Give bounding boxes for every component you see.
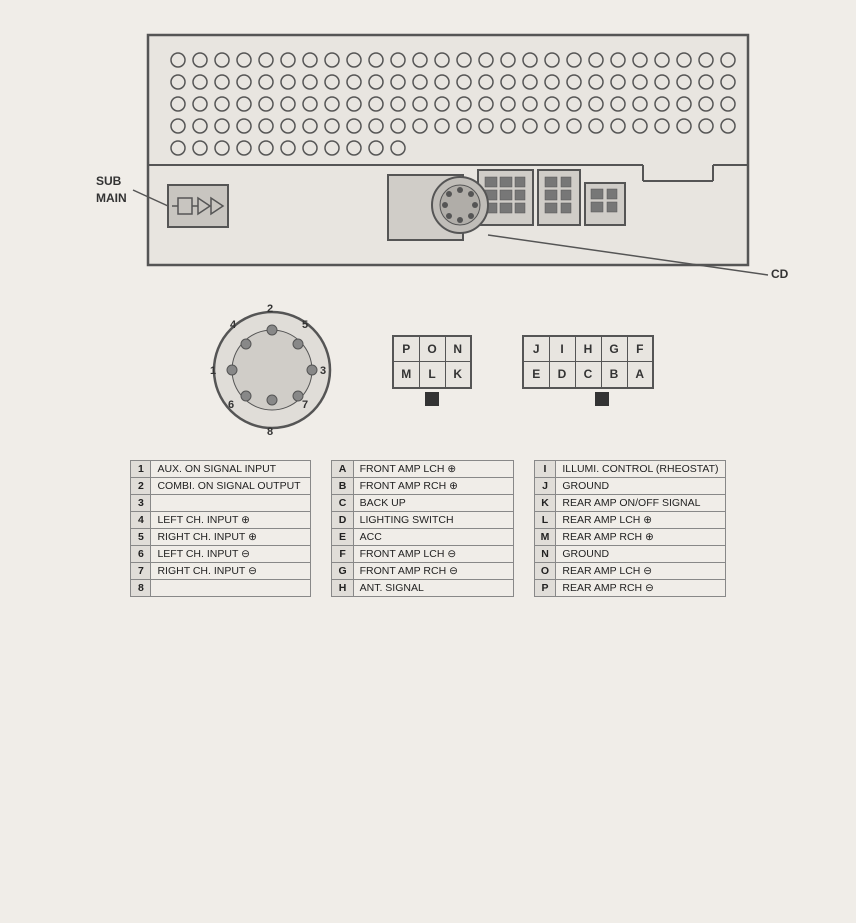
pin-o: O <box>419 336 445 362</box>
sub-label: SUB <box>96 174 122 188</box>
table-row: 4 LEFT CH. INPUT ⊕ <box>131 512 311 529</box>
table-row: H ANT. SIGNAL <box>332 580 513 597</box>
pin-d: D <box>549 362 575 388</box>
table-row: M REAR AMP RCH ⊕ <box>534 529 725 546</box>
table-row: 5 RIGHT CH. INPUT ⊕ <box>131 529 311 546</box>
wiring-table-right: I ILLUMI. CONTROL (RHEOSTAT) J GROUND K … <box>534 460 726 597</box>
pin-h: H <box>575 336 601 362</box>
device-diagram-area: SUB MAIN <box>78 20 778 295</box>
table-row: 7 RIGHT CH. INPUT ⊖ <box>131 563 311 580</box>
pin-l: L <box>419 362 445 388</box>
table-row: G FRONT AMP RCH ⊖ <box>332 563 513 580</box>
table-row: N GROUND <box>534 546 725 563</box>
table-row: 8 <box>131 580 311 597</box>
svg-text:6: 6 <box>228 399 234 411</box>
wiring-table-left: 1 AUX. ON SIGNAL INPUT 2 COMBI. ON SIGNA… <box>130 460 311 597</box>
table-row: E ACC <box>332 529 513 546</box>
pin-i: I <box>549 336 575 362</box>
table-row: I ILLUMI. CONTROL (RHEOSTAT) <box>534 461 725 478</box>
table-row: A FRONT AMP LCH ⊕ <box>332 461 513 478</box>
pin-e: E <box>523 362 549 388</box>
svg-text:5: 5 <box>302 319 308 331</box>
pin-f: F <box>627 336 653 362</box>
pon-mlk-connector: P O N M L K <box>392 335 472 406</box>
main-label: MAIN <box>96 191 127 205</box>
svg-text:8: 8 <box>267 426 273 438</box>
jihgf-grid: J I H G F E D C B A <box>522 335 654 389</box>
pin-g: G <box>601 336 627 362</box>
pin-p: P <box>393 336 419 362</box>
table-row: L REAR AMP LCH ⊕ <box>534 512 725 529</box>
pin-b: B <box>601 362 627 388</box>
table-row: 1 AUX. ON SIGNAL INPUT <box>131 461 311 478</box>
jihgf-connector: J I H G F E D C B A <box>522 335 654 406</box>
table-row: P REAR AMP RCH ⊖ <box>534 580 725 597</box>
wiring-tables-section: 1 AUX. ON SIGNAL INPUT 2 COMBI. ON SIGNA… <box>30 460 826 597</box>
svg-text:1: 1 <box>210 365 216 377</box>
svg-text:4: 4 <box>230 319 237 331</box>
round-connector-svg: 1 2 3 4 5 6 7 8 <box>202 300 342 440</box>
jihgf-marker <box>595 392 609 406</box>
table-row: C BACK UP <box>332 495 513 512</box>
table-row: F FRONT AMP LCH ⊖ <box>332 546 513 563</box>
device-diagram-svg: SUB MAIN <box>78 20 798 295</box>
table-row: K REAR AMP ON/OFF SIGNAL <box>534 495 725 512</box>
pin-a: A <box>627 362 653 388</box>
pin-j: J <box>523 336 549 362</box>
table-row: O REAR AMP LCH ⊖ <box>534 563 725 580</box>
svg-text:3: 3 <box>320 365 326 377</box>
pin-k: K <box>445 362 471 388</box>
round-connector: 1 2 3 4 5 6 7 8 <box>202 300 342 440</box>
pon-marker <box>425 392 439 406</box>
table-row: 3 <box>131 495 311 512</box>
main-container: SUB MAIN <box>0 0 856 923</box>
table-row: 6 LEFT CH. INPUT ⊖ <box>131 546 311 563</box>
pin-m: M <box>393 362 419 388</box>
table-row: 2 COMBI. ON SIGNAL OUTPUT <box>131 478 311 495</box>
table-row: B FRONT AMP RCH ⊕ <box>332 478 513 495</box>
svg-text:2: 2 <box>267 303 273 315</box>
pin-n: N <box>445 336 471 362</box>
connector-diagrams: 1 2 3 4 5 6 7 8 P O N M L K <box>30 300 826 440</box>
table-row: D LIGHTING SWITCH <box>332 512 513 529</box>
cd-label: CD <box>771 267 789 281</box>
wiring-table-middle: A FRONT AMP LCH ⊕ B FRONT AMP RCH ⊕ C BA… <box>331 460 513 597</box>
table-row: J GROUND <box>534 478 725 495</box>
svg-text:7: 7 <box>302 399 308 411</box>
pin-c: C <box>575 362 601 388</box>
pon-mlk-grid: P O N M L K <box>392 335 472 389</box>
